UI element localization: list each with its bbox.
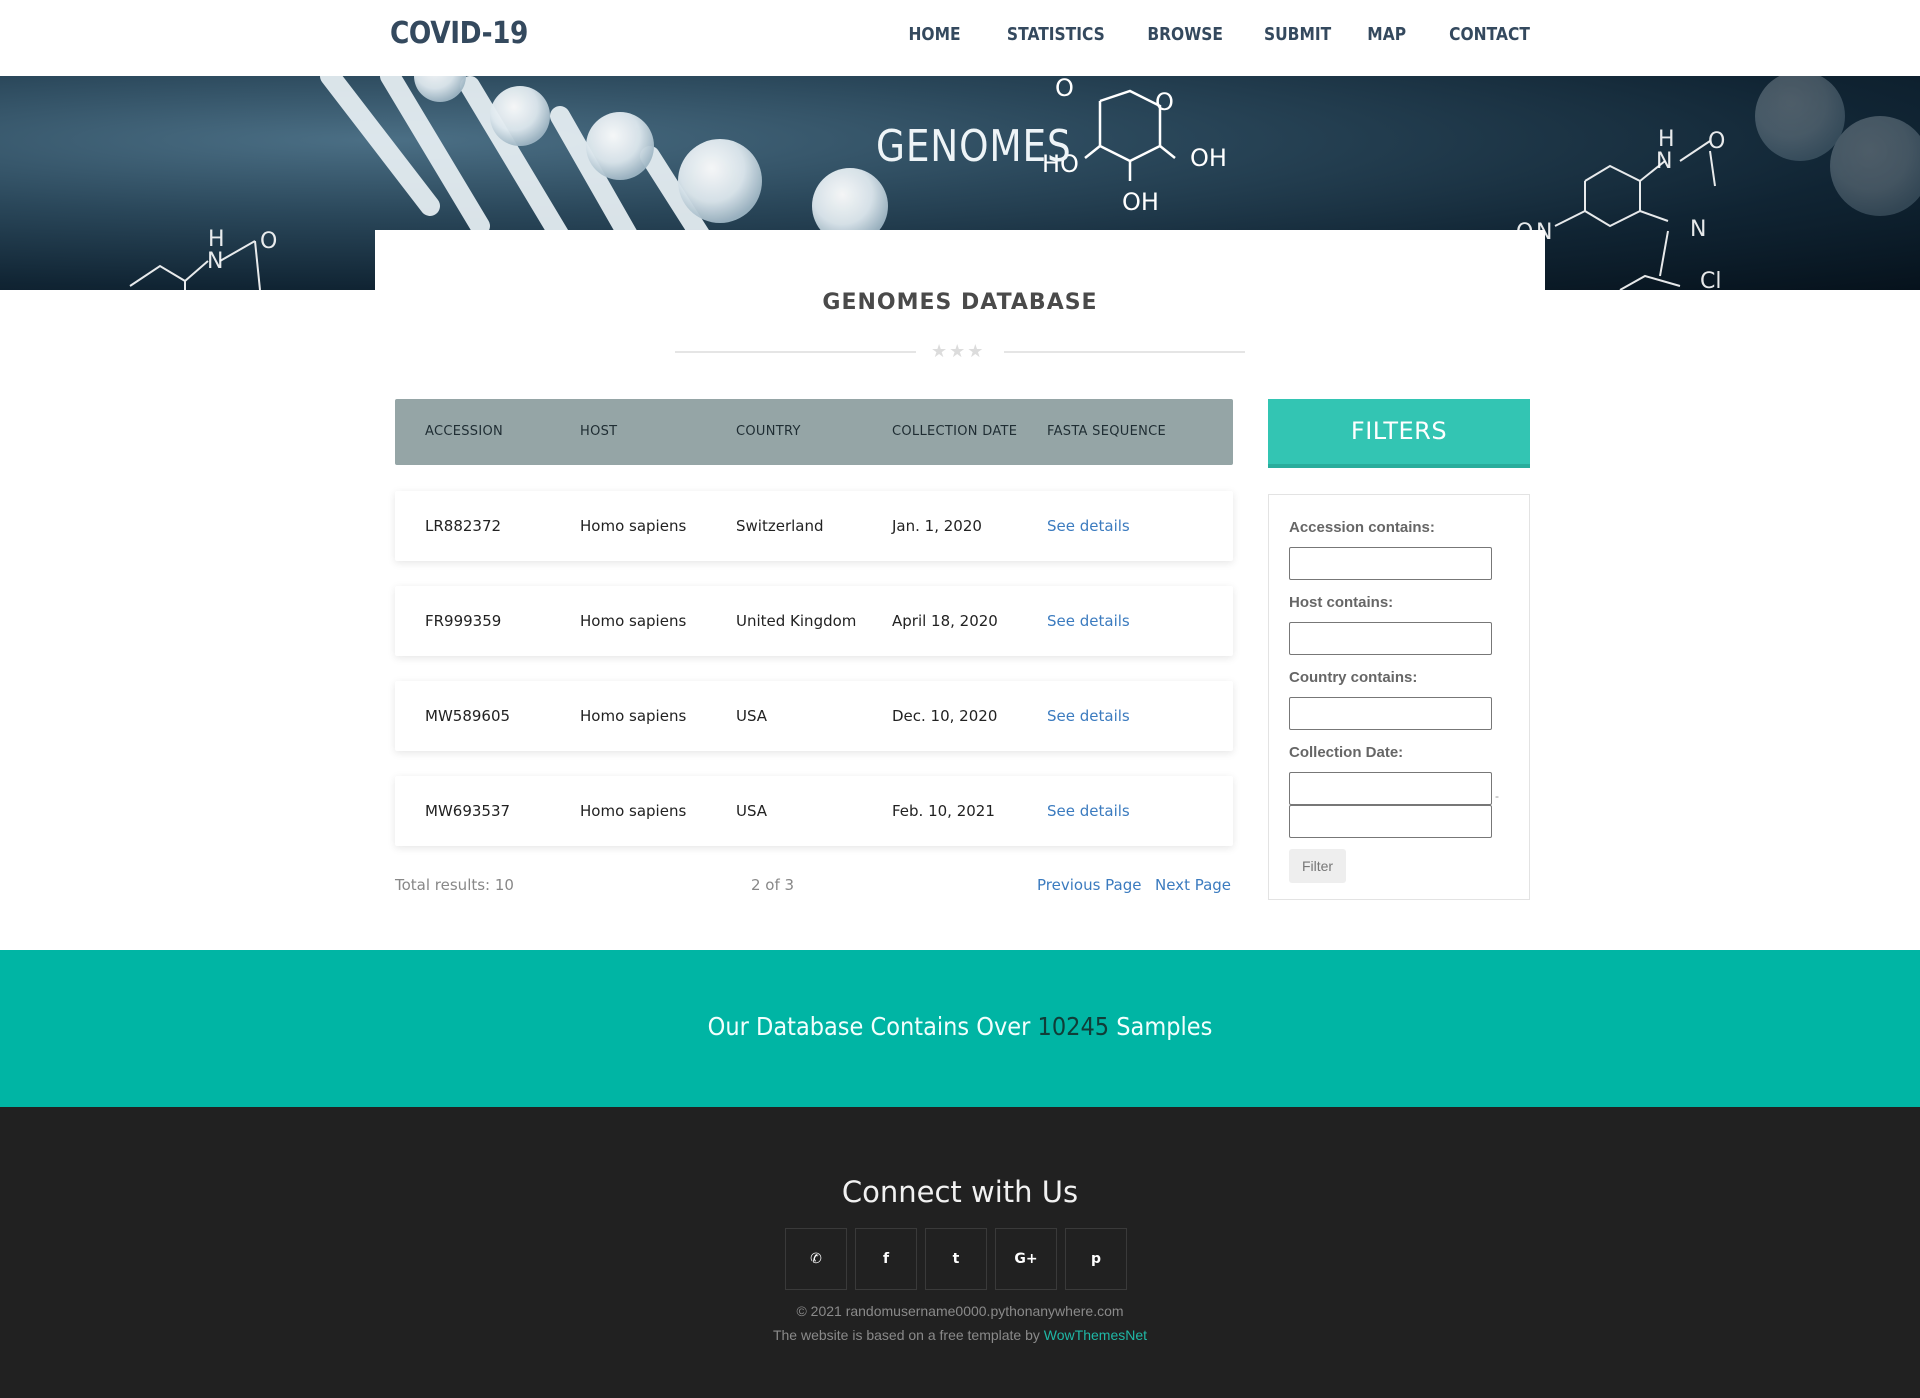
nav-submit[interactable]: SUBMIT (1264, 24, 1331, 45)
accession-input[interactable] (1289, 547, 1492, 580)
column-header-collection-date: COLLECTION DATE (892, 424, 1018, 439)
cell-host: Homo sapiens (580, 802, 687, 820)
host-label: Host contains: (1289, 594, 1394, 611)
table-row: MW693537 Homo sapiens USA Feb. 10, 2021 … (395, 776, 1233, 846)
molecule-label: Cl (1700, 269, 1721, 290)
cell-accession: FR999359 (425, 612, 502, 630)
molecule-label: O (1155, 88, 1174, 116)
cell-date: Feb. 10, 2021 (892, 802, 995, 820)
cell-date: April 18, 2020 (892, 612, 998, 630)
country-label: Country contains: (1289, 669, 1418, 686)
divider-left (675, 351, 916, 353)
molecule-label: O (1055, 76, 1074, 102)
filters-title: FILTERS (1350, 417, 1448, 445)
google-plus-icon[interactable]: G+ (995, 1228, 1057, 1290)
samples-banner: Our Database Contains Over 10245 Samples (0, 950, 1920, 1107)
divider-right (1004, 351, 1245, 353)
site-footer: Connect with Us ✆ f t G+ p © 2021 random… (0, 1107, 1920, 1398)
accession-label: Accession contains: (1289, 519, 1435, 536)
copyright-text: © 2021 randomusername0000.pythonanywhere… (796, 1303, 1124, 1319)
molecule-label: O (260, 229, 277, 254)
section-title: GENOMES DATABASE (822, 290, 1098, 315)
collection-date-label: Collection Date: (1289, 744, 1404, 761)
host-input[interactable] (1289, 622, 1492, 655)
previous-page-link[interactable]: Previous Page (1037, 876, 1141, 894)
samples-text: Our Database Contains Over 10245 Samples (96, 1012, 1824, 1041)
cell-accession: MW693537 (425, 802, 511, 820)
nav-contact[interactable]: CONTACT (1449, 24, 1530, 45)
collection-date-to-input[interactable] (1289, 805, 1492, 838)
divider-stars-icon: ★★★ (931, 341, 986, 361)
see-details-link[interactable]: See details (1047, 612, 1130, 630)
column-header-host: HOST (580, 424, 618, 439)
samples-suffix: Samples (1116, 1012, 1213, 1041)
cell-country: United Kingdom (736, 612, 857, 630)
see-details-link[interactable]: See details (1047, 707, 1130, 725)
wowthemesnet-link[interactable]: WowThemesNet (1044, 1327, 1147, 1343)
content-card: GENOMES DATABASE ★★★ ACCESSION HOST COUN… (375, 230, 1545, 950)
cell-host: Homo sapiens (580, 612, 687, 630)
top-navbar: COVID-19 HOME STATISTICS BROWSE SUBMIT M… (0, 0, 1920, 76)
main-nav: HOME STATISTICS BROWSE SUBMIT MAP CONTAC… (900, 24, 1530, 45)
filter-button[interactable]: Filter (1289, 849, 1346, 883)
samples-count: 10245 (1037, 1012, 1110, 1041)
cell-date: Dec. 10, 2020 (892, 707, 998, 725)
facebook-icon[interactable]: f (855, 1228, 917, 1290)
table-row: MW589605 Homo sapiens USA Dec. 10, 2020 … (395, 681, 1233, 751)
filters-panel: Accession contains: Host contains: Count… (1268, 494, 1530, 900)
nav-statistics[interactable]: STATISTICS (1007, 24, 1105, 45)
cell-country: USA (736, 802, 768, 820)
date-range-separator: - (1495, 789, 1499, 803)
cell-country: USA (736, 707, 768, 725)
filters-header: FILTERS (1268, 399, 1530, 468)
country-input[interactable] (1289, 697, 1492, 730)
phone-icon[interactable]: ✆ (785, 1228, 847, 1290)
nav-map[interactable]: MAP (1367, 24, 1406, 45)
brand-logo[interactable]: COVID-19 (390, 16, 528, 51)
credit-prefix: The website is based on a free template … (772, 1327, 1040, 1343)
molecule-label: N (207, 249, 223, 274)
table-row: LR882372 Homo sapiens Switzerland Jan. 1… (395, 491, 1233, 561)
collection-date-from-input[interactable] (1289, 772, 1492, 805)
cell-date: Jan. 1, 2020 (892, 517, 982, 535)
next-page-link[interactable]: Next Page (1155, 876, 1231, 894)
cell-country: Switzerland (736, 517, 824, 535)
cell-host: Homo sapiens (580, 517, 687, 535)
molecule-label: OH (1122, 188, 1159, 216)
template-credit: The website is based on a free template … (0, 1327, 1920, 1343)
page-indicator: 2 of 3 (751, 876, 795, 894)
hero-title: GENOMES (876, 121, 1072, 172)
molecule-label: OH (1190, 144, 1227, 172)
twitter-icon[interactable]: t (925, 1228, 987, 1290)
column-header-fasta-sequence: FASTA SEQUENCE (1047, 424, 1167, 439)
table-row: FR999359 Homo sapiens United Kingdom Apr… (395, 586, 1233, 656)
samples-prefix: Our Database Contains Over (707, 1012, 1031, 1041)
see-details-link[interactable]: See details (1047, 802, 1130, 820)
social-links: ✆ f t G+ p (785, 1228, 1127, 1290)
total-results: Total results: 10 (395, 876, 514, 894)
column-header-accession: ACCESSION (425, 424, 504, 439)
cell-accession: LR882372 (425, 517, 502, 535)
see-details-link[interactable]: See details (1047, 517, 1130, 535)
column-header-country: COUNTRY (736, 424, 801, 439)
molecule-label: N (1656, 149, 1672, 174)
nav-home[interactable]: HOME (909, 24, 961, 45)
molecule-label: N (1690, 217, 1706, 242)
nav-browse[interactable]: BROWSE (1147, 24, 1223, 45)
table-header: ACCESSION HOST COUNTRY COLLECTION DATE F… (395, 399, 1233, 465)
cell-host: Homo sapiens (580, 707, 687, 725)
pinterest-icon[interactable]: p (1065, 1228, 1127, 1290)
molecule-label: O (1708, 129, 1725, 154)
connect-heading: Connect with Us (841, 1175, 1079, 1209)
cell-accession: MW589605 (425, 707, 511, 725)
